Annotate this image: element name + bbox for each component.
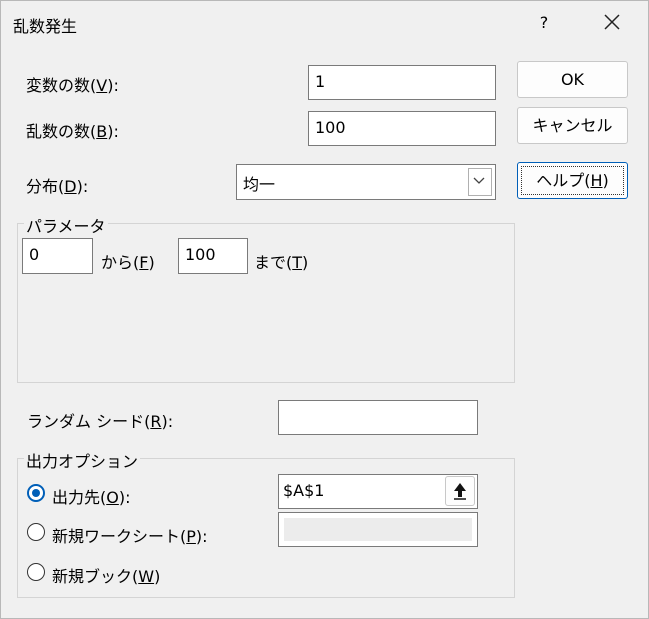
distribution-dropdown-button[interactable] bbox=[468, 168, 492, 196]
output-range-radio[interactable] bbox=[27, 484, 45, 502]
close-button[interactable] bbox=[597, 9, 627, 37]
random-seed-label: ランダム シード(R): bbox=[27, 412, 174, 431]
cancel-button[interactable]: キャンセル bbox=[517, 107, 628, 144]
chevron-down-icon bbox=[473, 177, 485, 184]
output-options-group-title: 出力オプション bbox=[24, 448, 141, 472]
distribution-value: 均一 bbox=[243, 175, 276, 194]
random-number-dialog: 乱数発生 ? 変数の数(V): 1 乱数の数(B): 100 分布(D): 均一… bbox=[0, 0, 649, 619]
output-range-value: $A$1 bbox=[283, 481, 325, 500]
focus-rect bbox=[521, 166, 624, 195]
dialog-title: 乱数発生 bbox=[13, 17, 78, 36]
title-bar: 乱数発生 ? bbox=[1, 1, 648, 45]
ok-button[interactable]: OK bbox=[517, 61, 628, 98]
distribution-select[interactable]: 均一 bbox=[236, 164, 496, 200]
new-sheet-input bbox=[278, 512, 478, 547]
random-seed-input[interactable] bbox=[278, 400, 478, 435]
num-variables-input[interactable]: 1 bbox=[308, 65, 496, 100]
parameter-from-label: から(F) bbox=[101, 253, 155, 272]
new-sheet-label: 新規ワークシート(P): bbox=[52, 527, 208, 546]
output-range-ref-button[interactable] bbox=[445, 476, 475, 506]
num-variables-label: 変数の数(V): bbox=[26, 76, 119, 95]
num-randoms-label: 乱数の数(B): bbox=[26, 122, 119, 141]
help-question-button[interactable]: ? bbox=[531, 9, 557, 37]
new-book-label: 新規ブック(W) bbox=[52, 567, 161, 586]
new-book-radio[interactable] bbox=[27, 563, 45, 581]
output-range-label: 出力先(O): bbox=[52, 488, 131, 507]
num-randoms-input[interactable]: 100 bbox=[308, 111, 496, 146]
new-sheet-radio[interactable] bbox=[27, 523, 45, 541]
help-button[interactable]: ヘルプ(H) bbox=[517, 162, 628, 199]
close-icon bbox=[604, 14, 620, 30]
parameter-from-input[interactable]: 0 bbox=[22, 238, 93, 274]
collapse-dialog-arrow-icon bbox=[454, 483, 466, 500]
parameter-to-input[interactable]: 100 bbox=[178, 238, 248, 274]
distribution-label: 分布(D): bbox=[26, 177, 89, 196]
parameter-to-label: まで(T) bbox=[254, 253, 309, 272]
parameters-group-title: パラメータ bbox=[24, 213, 108, 237]
